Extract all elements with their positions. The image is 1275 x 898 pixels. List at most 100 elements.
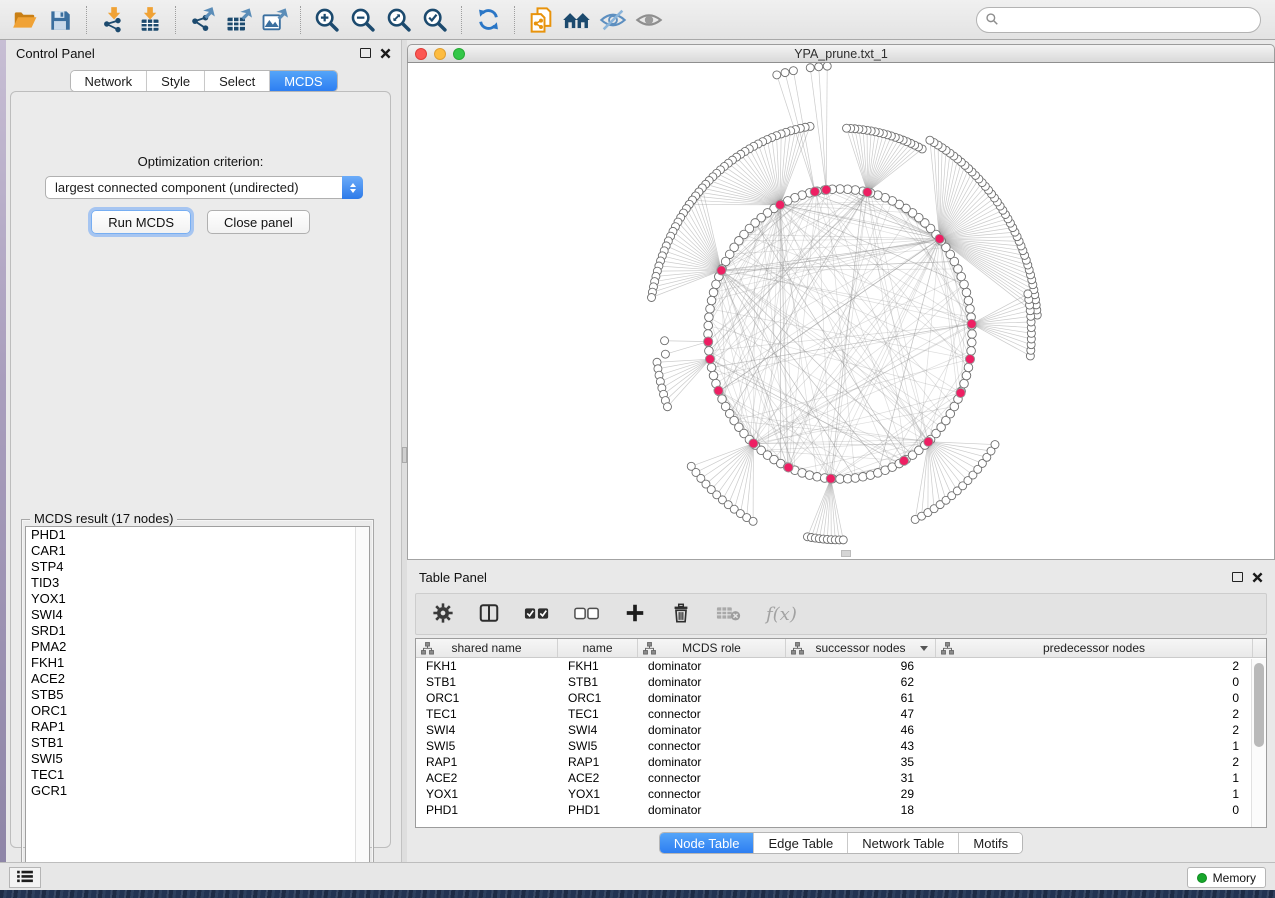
table-cell[interactable]: 31 (786, 771, 936, 785)
table-cell[interactable]: PHD1 (558, 803, 638, 817)
table-cell[interactable]: 2 (936, 723, 1253, 737)
table-row[interactable]: TEC1TEC1connector472 (416, 706, 1266, 722)
delete-row-button[interactable] (670, 602, 692, 627)
table-cell[interactable]: 61 (786, 691, 936, 705)
table-cell[interactable]: 62 (786, 675, 936, 689)
network-graph[interactable] (408, 63, 1274, 559)
table-cell[interactable]: RAP1 (558, 755, 638, 769)
table-cell[interactable]: 2 (936, 707, 1253, 721)
table-cell[interactable]: 1 (936, 771, 1253, 785)
table-cell[interactable]: dominator (638, 803, 786, 817)
table-scrollbar[interactable] (1251, 659, 1266, 827)
mcds-result-item[interactable]: YOX1 (26, 591, 369, 607)
float-panel-icon[interactable] (360, 48, 371, 58)
column-header[interactable]: shared name (416, 639, 558, 657)
settings-gear-button[interactable] (432, 602, 454, 627)
float-table-panel-icon[interactable] (1232, 572, 1243, 582)
zoom-selected-button[interactable] (417, 3, 453, 37)
mcds-result-item[interactable]: TEC1 (26, 767, 369, 783)
column-header[interactable]: MCDS role (638, 639, 786, 657)
tab-network[interactable]: Network (70, 71, 147, 91)
table-cell[interactable]: 18 (786, 803, 936, 817)
add-row-button[interactable] (624, 602, 646, 627)
mcds-result-item[interactable]: SWI5 (26, 751, 369, 767)
network-canvas[interactable] (407, 63, 1275, 560)
table-cell[interactable]: connector (638, 707, 786, 721)
table-cell[interactable]: RAP1 (416, 755, 558, 769)
mcds-result-item[interactable]: ORC1 (26, 703, 369, 719)
zoom-out-button[interactable] (345, 3, 381, 37)
tab-motifs[interactable]: Motifs (959, 833, 1022, 853)
table-cell[interactable]: 0 (936, 803, 1253, 817)
save-session-button[interactable] (42, 3, 78, 37)
table-cell[interactable]: dominator (638, 659, 786, 673)
table-cell[interactable]: 2 (936, 755, 1253, 769)
column-header[interactable]: successor nodes (786, 639, 936, 657)
first-neighbors-button[interactable] (559, 3, 595, 37)
table-cell[interactable]: ACE2 (416, 771, 558, 785)
show-graphics-button[interactable] (631, 3, 667, 37)
table-cell[interactable]: dominator (638, 755, 786, 769)
table-cell[interactable]: 0 (936, 675, 1253, 689)
table-cell[interactable]: dominator (638, 675, 786, 689)
deselect-all-button[interactable] (574, 604, 600, 625)
tab-mcds[interactable]: MCDS (270, 71, 336, 91)
table-row[interactable]: SWI5SWI5connector431 (416, 738, 1266, 754)
mcds-result-item[interactable]: GCR1 (26, 783, 369, 799)
mcds-result-item[interactable]: STB5 (26, 687, 369, 703)
refresh-button[interactable] (470, 3, 506, 37)
mcds-result-item[interactable]: CAR1 (26, 543, 369, 559)
mcds-result-item[interactable]: SWI4 (26, 607, 369, 623)
table-row[interactable]: PHD1PHD1dominator180 (416, 802, 1266, 818)
mcds-result-item[interactable]: PMA2 (26, 639, 369, 655)
optimization-criterion-select[interactable]: largest connected component (undirected) (45, 176, 363, 199)
close-panel-button[interactable]: Close panel (207, 210, 310, 234)
table-cell[interactable]: connector (638, 787, 786, 801)
table-cell[interactable]: FKH1 (558, 659, 638, 673)
table-cell[interactable]: STB1 (416, 675, 558, 689)
table-cell[interactable]: dominator (638, 723, 786, 737)
table-cell[interactable]: YOX1 (416, 787, 558, 801)
table-row[interactable]: ACE2ACE2connector311 (416, 770, 1266, 786)
table-cell[interactable]: TEC1 (416, 707, 558, 721)
close-table-panel-icon[interactable] (1252, 572, 1263, 583)
table-row[interactable]: STB1STB1dominator620 (416, 674, 1266, 690)
table-cell[interactable]: 35 (786, 755, 936, 769)
export-image-button[interactable] (256, 3, 292, 37)
tab-node-table[interactable]: Node Table (660, 833, 755, 853)
table-cell[interactable]: 1 (936, 739, 1253, 753)
mcds-result-item[interactable]: STP4 (26, 559, 369, 575)
columns-button[interactable] (478, 602, 500, 627)
mcds-result-item[interactable]: PHD1 (26, 527, 369, 543)
search-input[interactable] (1004, 13, 1260, 27)
table-row[interactable]: YOX1YOX1connector291 (416, 786, 1266, 802)
zoom-fit-button[interactable] (381, 3, 417, 37)
task-history-button[interactable] (9, 867, 41, 888)
import-table-button[interactable] (131, 3, 167, 37)
mcds-result-list[interactable]: PHD1CAR1STP4TID3YOX1SWI4SRD1PMA2FKH1ACE2… (25, 526, 370, 887)
table-cell[interactable]: TEC1 (558, 707, 638, 721)
table-cell[interactable]: YOX1 (558, 787, 638, 801)
mcds-result-item[interactable]: STB1 (26, 735, 369, 751)
table-cell[interactable]: 96 (786, 659, 936, 673)
table-cell[interactable]: 29 (786, 787, 936, 801)
select-all-button[interactable] (524, 604, 550, 625)
search-field[interactable] (976, 7, 1261, 33)
column-header[interactable]: name (558, 639, 638, 657)
table-cell[interactable]: 46 (786, 723, 936, 737)
tab-network-table[interactable]: Network Table (848, 833, 959, 853)
table-cell[interactable]: ORC1 (416, 691, 558, 705)
column-header[interactable]: predecessor nodes (936, 639, 1253, 657)
mcds-result-item[interactable]: FKH1 (26, 655, 369, 671)
table-cell[interactable]: SWI5 (558, 739, 638, 753)
tab-edge-table[interactable]: Edge Table (754, 833, 848, 853)
table-row[interactable]: RAP1RAP1dominator352 (416, 754, 1266, 770)
table-cell[interactable]: connector (638, 739, 786, 753)
table-cell[interactable]: 1 (936, 787, 1253, 801)
table-cell[interactable]: STB1 (558, 675, 638, 689)
delete-table-button[interactable] (716, 603, 742, 626)
canvas-scroll-grip[interactable] (841, 550, 851, 557)
table-row[interactable]: SWI4SWI4dominator462 (416, 722, 1266, 738)
hide-graphics-button[interactable] (595, 3, 631, 37)
memory-button[interactable]: Memory (1187, 867, 1266, 888)
